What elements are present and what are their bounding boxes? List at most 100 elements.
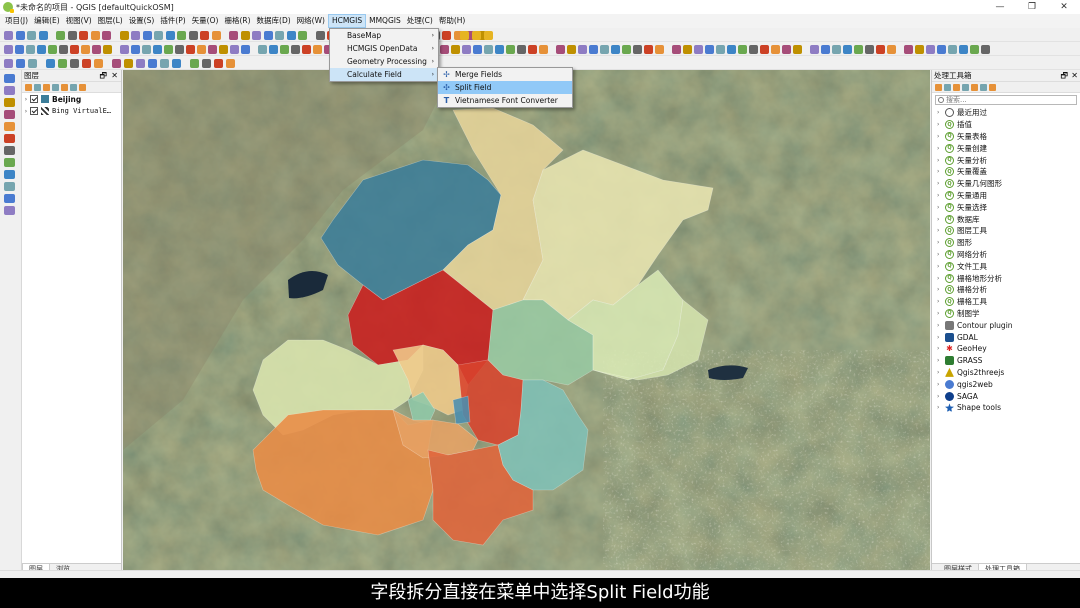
add-layer-icon[interactable] <box>4 122 15 131</box>
processing-tree-item[interactable]: › Shape tools <box>932 402 1080 414</box>
close-panel-icon[interactable]: ✕ <box>111 70 118 82</box>
toolbar-tool-icon[interactable] <box>528 45 537 54</box>
menu-raster[interactable]: 栅格(R) <box>221 14 253 28</box>
toolbar-tool-icon[interactable] <box>280 45 289 54</box>
processing-search-input[interactable]: 搜索... <box>935 95 1077 105</box>
menu-vector[interactable]: 矢量(O) <box>189 14 222 28</box>
toolbar-tool-icon[interactable] <box>821 45 830 54</box>
toolbar-tool-icon[interactable] <box>175 45 184 54</box>
toolbar-tool-icon[interactable] <box>38 31 48 40</box>
panel-tool-icon[interactable] <box>989 84 996 91</box>
toolbar-tool-icon[interactable] <box>451 45 460 54</box>
menu-settings[interactable]: 设置(S) <box>126 14 158 28</box>
expand-arrow-icon[interactable]: › <box>937 157 945 164</box>
toolbar-tool-icon[interactable] <box>230 45 239 54</box>
expand-arrow-icon[interactable]: › <box>937 369 945 376</box>
menu-web[interactable]: 网络(W) <box>294 14 328 28</box>
layer-row-bing[interactable]: › Bing VirtualE… <box>22 105 121 117</box>
panel-tool-icon[interactable] <box>34 84 41 91</box>
toolbar-tool-icon[interactable] <box>94 59 103 68</box>
processing-tree-item[interactable]: › Contour plugin <box>932 319 1080 331</box>
toolbar-tool-icon[interactable] <box>484 45 493 54</box>
expand-arrow-icon[interactable]: › <box>937 216 945 223</box>
toolbar-tool-icon[interactable] <box>302 45 311 54</box>
toolbar-tool-icon[interactable] <box>226 59 235 68</box>
toolbar-tool-icon[interactable] <box>37 45 46 54</box>
toolbar-tool-icon[interactable] <box>738 45 747 54</box>
toolbar-tool-icon[interactable] <box>70 45 79 54</box>
toolbar-tool-icon[interactable] <box>258 45 267 54</box>
expand-arrow-icon[interactable]: › <box>937 251 945 258</box>
toolbar-tool-icon[interactable] <box>154 31 163 40</box>
toolbar-tool-icon[interactable] <box>887 45 896 54</box>
toolbar-tool-icon[interactable] <box>241 45 250 54</box>
menu-edit[interactable]: 编辑(E) <box>31 14 63 28</box>
toolbar-tool-icon[interactable] <box>188 31 198 40</box>
panel-tool-icon[interactable] <box>25 84 32 91</box>
panel-tool-icon[interactable] <box>944 84 951 91</box>
menu-database[interactable]: 数据库(D) <box>254 14 294 28</box>
toolbar-tool-icon[interactable] <box>142 45 151 54</box>
menu-plugins[interactable]: 插件(P) <box>157 14 188 28</box>
toolbar-tool-icon[interactable] <box>48 45 57 54</box>
toolbar-tool-icon[interactable] <box>119 31 129 40</box>
expand-arrow-icon[interactable]: › <box>937 357 945 364</box>
map-canvas[interactable] <box>123 70 930 570</box>
expand-arrow-icon[interactable]: › <box>937 227 945 234</box>
toolbar-tool-icon[interactable] <box>539 45 548 54</box>
toolbar-tool-icon[interactable] <box>760 45 769 54</box>
menu-layer[interactable]: 图层(L) <box>95 14 126 28</box>
processing-tree-item[interactable]: › Q 网络分析 <box>932 249 1080 261</box>
toolbar-tool-icon[interactable] <box>749 45 758 54</box>
toolbar-tool-icon[interactable] <box>876 45 885 54</box>
toolbar-tool-icon[interactable] <box>120 45 129 54</box>
expand-arrow-icon[interactable]: › <box>937 192 945 199</box>
panel-tool-icon[interactable] <box>61 84 68 91</box>
processing-tree-item[interactable]: › Q 矢量创建 <box>932 142 1080 154</box>
float-panel-icon[interactable]: 🗗 <box>1060 70 1068 82</box>
add-layer-icon[interactable] <box>4 206 15 215</box>
expand-arrow-icon[interactable]: › <box>937 310 945 317</box>
float-panel-icon[interactable]: 🗗 <box>99 70 107 82</box>
menu-item-basemap[interactable]: BaseMap › <box>330 29 438 42</box>
toolbar-tool-icon[interactable] <box>315 31 325 40</box>
add-layer-icon[interactable] <box>4 158 15 167</box>
expand-arrow-icon[interactable]: › <box>937 393 945 400</box>
toolbar-tool-icon[interactable] <box>92 45 101 54</box>
panel-tool-icon[interactable] <box>971 84 978 91</box>
expand-arrow-icon[interactable]: › <box>937 334 945 341</box>
toolbar-tool-icon[interactable] <box>103 45 112 54</box>
toolbar-tool-icon[interactable] <box>970 45 979 54</box>
toolbar-tool-icon[interactable] <box>291 45 300 54</box>
panel-tool-icon[interactable] <box>52 84 59 91</box>
processing-tree-item[interactable]: › Q 矢量覆盖 <box>932 166 1080 178</box>
toolbar-tool-icon[interactable] <box>716 45 725 54</box>
processing-tree-item[interactable]: › Q 栅格分析 <box>932 284 1080 296</box>
toolbar-tool-icon[interactable] <box>782 45 791 54</box>
toolbar-tool-icon[interactable] <box>46 59 55 68</box>
toolbar-tool-icon[interactable] <box>186 45 195 54</box>
menu-item-opendata[interactable]: HCMGIS OpenData › <box>330 42 438 55</box>
layer-visibility-checkbox[interactable] <box>30 95 38 103</box>
toolbar-tool-icon[interactable] <box>26 45 35 54</box>
toolbar-tool-icon[interactable] <box>16 59 25 68</box>
menu-processing[interactable]: 处理(C) <box>404 14 436 28</box>
toolbar-tool-icon[interactable] <box>177 31 186 40</box>
toolbar-tool-icon[interactable] <box>611 45 620 54</box>
expand-arrow-icon[interactable]: › <box>937 345 945 352</box>
add-layer-icon[interactable] <box>4 146 15 155</box>
add-layer-icon[interactable] <box>4 170 15 179</box>
panel-tool-icon[interactable] <box>980 84 987 91</box>
expand-arrow-icon[interactable]: › <box>937 298 945 305</box>
toolbar-tool-icon[interactable] <box>263 31 273 40</box>
minimize-button[interactable]: — <box>984 0 1016 14</box>
processing-tree-item[interactable]: › Q 插值 <box>932 119 1080 131</box>
toolbar-tool-icon[interactable] <box>727 45 736 54</box>
toolbar-tool-icon[interactable] <box>208 45 217 54</box>
toolbar-tool-icon[interactable] <box>81 45 90 54</box>
toolbar-tool-icon[interactable] <box>843 45 852 54</box>
toolbar-tool-icon[interactable] <box>644 45 653 54</box>
toolbar-tool-icon[interactable] <box>589 45 598 54</box>
toolbar-tool-icon[interactable] <box>102 31 111 40</box>
expand-arrow-icon[interactable]: › <box>937 322 945 329</box>
